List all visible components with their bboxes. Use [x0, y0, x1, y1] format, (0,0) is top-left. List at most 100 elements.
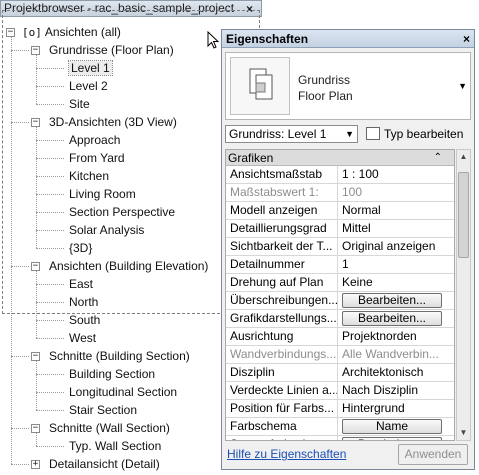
- tree-item[interactable]: {3D}: [69, 239, 92, 257]
- property-row[interactable]: Maßstabswert 1: 100: [226, 184, 454, 202]
- property-row[interactable]: Drehung auf Plan Keine: [226, 274, 454, 292]
- property-value: Alle Wandverbin...: [342, 347, 439, 361]
- property-name: Detailnummer: [226, 256, 338, 273]
- scroll-up-icon[interactable]: ▲: [457, 150, 470, 164]
- property-row[interactable]: Modell anzeigen Normal: [226, 202, 454, 220]
- tree-item[interactable]: East: [69, 275, 93, 293]
- tree-item[interactable]: West: [69, 329, 96, 347]
- apply-button[interactable]: Anwenden: [398, 444, 468, 465]
- property-row[interactable]: Ansichtsmaßstab 1 : 100: [226, 166, 454, 184]
- tree-item[interactable]: South: [69, 311, 100, 329]
- property-value[interactable]: 1 : 100: [339, 166, 454, 183]
- property-row[interactable]: Ausrichtung Projektnorden: [226, 328, 454, 346]
- type-selector[interactable]: Grundriss Floor Plan ▼: [225, 52, 471, 120]
- tree-item[interactable]: Longitudinal Section: [69, 383, 177, 401]
- tree-item[interactable]: Kitchen: [69, 167, 109, 185]
- tree-group[interactable]: Detailansicht (Detail): [49, 455, 160, 473]
- collapse-icon[interactable]: −: [31, 352, 40, 361]
- property-value[interactable]: Projektnorden: [339, 328, 454, 345]
- tree-item[interactable]: Building Section: [69, 365, 155, 383]
- instance-filter-value: Grundriss: Level 1: [229, 127, 327, 141]
- property-value[interactable]: Nach Disziplin: [339, 382, 454, 399]
- tree-item[interactable]: North: [69, 293, 98, 311]
- tree-item-label: {3D}: [69, 241, 93, 255]
- edit-type-button[interactable]: Typ bearbeiten: [366, 125, 463, 143]
- property-value[interactable]: Keine: [339, 274, 454, 291]
- collapse-icon[interactable]: −: [6, 28, 15, 37]
- group-header-graphics[interactable]: Grafiken ⌃: [226, 150, 454, 166]
- tree-item[interactable]: Level 2: [69, 77, 108, 95]
- property-name: Modell anzeigen: [226, 202, 338, 219]
- tree-group[interactable]: Schnitte (Building Section): [49, 347, 190, 365]
- tree-item[interactable]: Typ. Wall Section: [69, 437, 161, 455]
- tree-group[interactable]: Schnitte (Wall Section): [49, 419, 170, 437]
- property-value[interactable]: 1: [339, 256, 454, 273]
- property-edit-button[interactable]: Bearbeiten...: [342, 437, 442, 440]
- property-value[interactable]: Normal: [339, 202, 454, 219]
- property-rows: Ansichtsmaßstab 1 : 100 Maßstabswert 1: 100…: [226, 166, 454, 440]
- scroll-down-icon[interactable]: ▼: [457, 426, 470, 440]
- tree-group-label: 3D-Ansichten (3D View): [49, 115, 177, 129]
- property-row[interactable]: Grafikdarstellungs... Bearbeiten...: [226, 310, 454, 328]
- type-category: Floor Plan: [298, 89, 353, 103]
- tree-group[interactable]: 3D-Ansichten (3D View): [49, 113, 177, 131]
- property-value[interactable]: Original anzeigen: [339, 238, 454, 255]
- property-row[interactable]: Überschreibungen... Bearbeiten...: [226, 292, 454, 310]
- help-properties-link[interactable]: Hilfe zu Eigenschaften: [227, 447, 346, 461]
- tree-item[interactable]: Approach: [69, 131, 120, 149]
- property-row[interactable]: Farbschema Name: [226, 418, 454, 436]
- tree-root-label: Ansichten (all): [44, 25, 121, 39]
- collapse-icon[interactable]: −: [31, 118, 40, 127]
- property-name: Position für Farbs...: [226, 400, 338, 417]
- properties-scrollbar[interactable]: ▲ ▼: [456, 149, 471, 441]
- tree-item[interactable]: Stair Section: [69, 401, 137, 419]
- edit-type-icon: [366, 127, 380, 140]
- scrollbar-thumb[interactable]: [458, 172, 469, 258]
- property-name: Verdeckte Linien a...: [226, 382, 338, 399]
- property-edit-button[interactable]: Bearbeiten...: [342, 311, 442, 326]
- tree-root[interactable]: [o] Ansichten (all): [22, 23, 121, 41]
- tree-item-label: North: [69, 295, 99, 309]
- tree-item[interactable]: Level 1: [68, 59, 113, 77]
- property-row[interactable]: Systemfarbschem... Bearbeiten...: [226, 436, 454, 440]
- property-row[interactable]: Detailnummer 1: [226, 256, 454, 274]
- property-value[interactable]: Mittel: [339, 220, 454, 237]
- property-row[interactable]: Position für Farbs... Hintergrund: [226, 400, 454, 418]
- tree-item[interactable]: Solar Analysis: [69, 221, 144, 239]
- properties-grid: Grafiken ⌃ Ansichtsmaßstab 1 : 100 Maßstab…: [225, 149, 455, 441]
- property-row[interactable]: Verdeckte Linien a... Nach Disziplin: [226, 382, 454, 400]
- tree-item-label: East: [69, 277, 94, 291]
- tree-item[interactable]: Section Perspective: [69, 203, 175, 221]
- property-edit-button[interactable]: Bearbeiten...: [342, 293, 442, 308]
- collapse-icon[interactable]: −: [31, 262, 40, 271]
- collapse-icon[interactable]: −: [31, 424, 40, 433]
- property-row[interactable]: Sichtbarkeit der T... Original anzeigen: [226, 238, 454, 256]
- collapse-icon[interactable]: −: [31, 46, 40, 55]
- group-header-label: Grafiken: [228, 151, 274, 165]
- close-icon[interactable]: ×: [246, 2, 253, 16]
- property-name: Systemfarbschem...: [226, 436, 338, 440]
- property-name: Farbschema: [226, 418, 338, 435]
- tree-group[interactable]: Grundrisse (Floor Plan): [49, 41, 174, 59]
- property-value[interactable]: Architektonisch: [339, 364, 454, 381]
- tree-item[interactable]: Living Room: [69, 185, 136, 203]
- collapse-icon[interactable]: ⌃: [434, 150, 442, 166]
- instance-filter-dropdown[interactable]: Grundriss: Level 1 ▼: [225, 125, 358, 143]
- close-icon[interactable]: ×: [463, 30, 470, 48]
- properties-title-bar[interactable]: Eigenschaften ×: [222, 30, 474, 48]
- properties-palette: Eigenschaften × Grundriss Floor Plan ▼ G…: [221, 29, 475, 470]
- property-name: Drehung auf Plan: [226, 274, 338, 291]
- tree-item[interactable]: From Yard: [69, 149, 125, 167]
- tree-item[interactable]: Site: [69, 95, 90, 113]
- tree-group[interactable]: Ansichten (Building Elevation): [49, 257, 208, 275]
- property-row[interactable]: Disziplin Architektonisch: [226, 364, 454, 382]
- tree-item-label: West: [69, 331, 97, 345]
- property-row[interactable]: Wandverbindungs... Alle Wandverbin...: [226, 346, 454, 364]
- property-row[interactable]: Detaillierungsgrad Mittel: [226, 220, 454, 238]
- dropdown-arrow-icon[interactable]: ▼: [458, 81, 467, 91]
- project-browser-title-bar[interactable]: Projektbrowser - rac_basic_sample_projec…: [0, 0, 262, 17]
- expand-icon[interactable]: +: [31, 460, 40, 469]
- tree-group-label: Ansichten (Building Elevation): [49, 259, 209, 273]
- property-edit-button[interactable]: Name: [342, 419, 442, 434]
- property-value[interactable]: Hintergrund: [339, 400, 454, 417]
